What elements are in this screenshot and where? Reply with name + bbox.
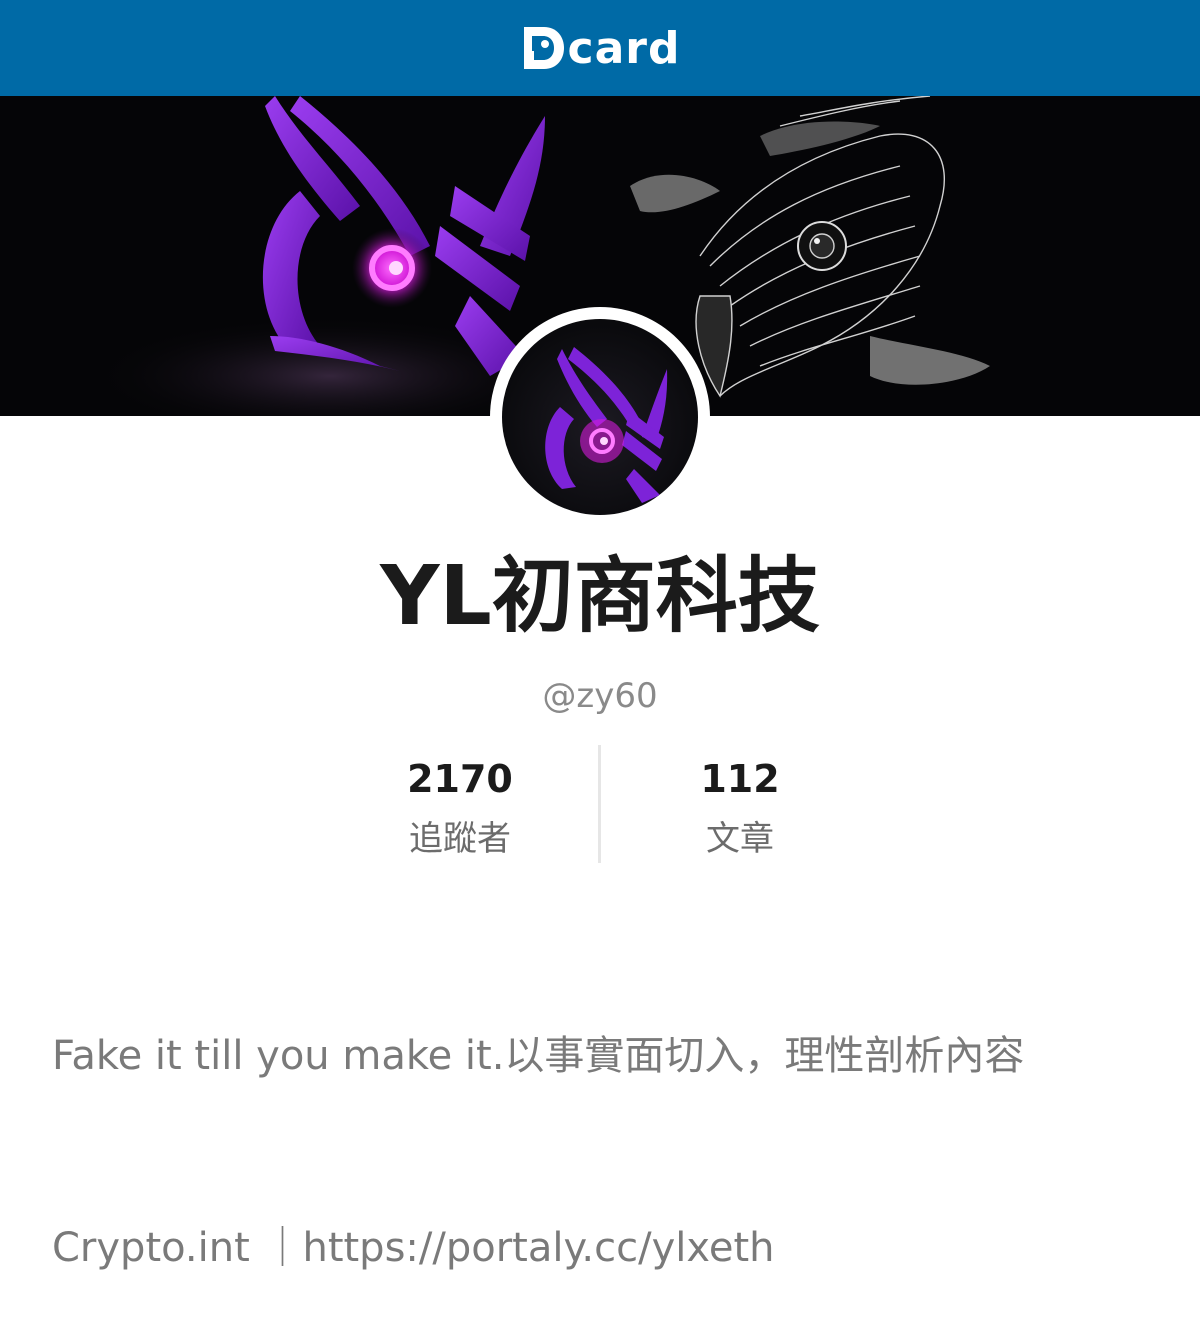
brand-name: card: [567, 23, 681, 74]
dcard-logo-icon: [523, 27, 564, 69]
profile-name: YL初商科技: [380, 549, 820, 644]
followers-count: 2170: [407, 757, 513, 801]
stats-divider: [598, 745, 601, 863]
dcard-logo[interactable]: card: [520, 23, 681, 73]
bio-line: Crypto.int ｜https://portaly.cc/ylxeth: [52, 1225, 775, 1271]
bio-line: Fake it till you make it.以事實面切入，理性剖析內容: [52, 1033, 1025, 1079]
posts-stat[interactable]: 112 文章: [600, 745, 880, 865]
posts-label: 文章: [706, 819, 774, 859]
avatar-frame: [490, 307, 710, 527]
followers-stat[interactable]: 2170 追蹤者: [320, 745, 600, 865]
followers-label: 追蹤者: [409, 819, 511, 859]
profile-handle: @zy60: [542, 676, 658, 716]
posts-count: 112: [700, 757, 780, 801]
profile-bio: Fake it till you make it.以事實面切入，理性剖析內容 C…: [52, 896, 1162, 1344]
avatar[interactable]: [502, 319, 698, 515]
top-bar: card: [0, 0, 1200, 96]
